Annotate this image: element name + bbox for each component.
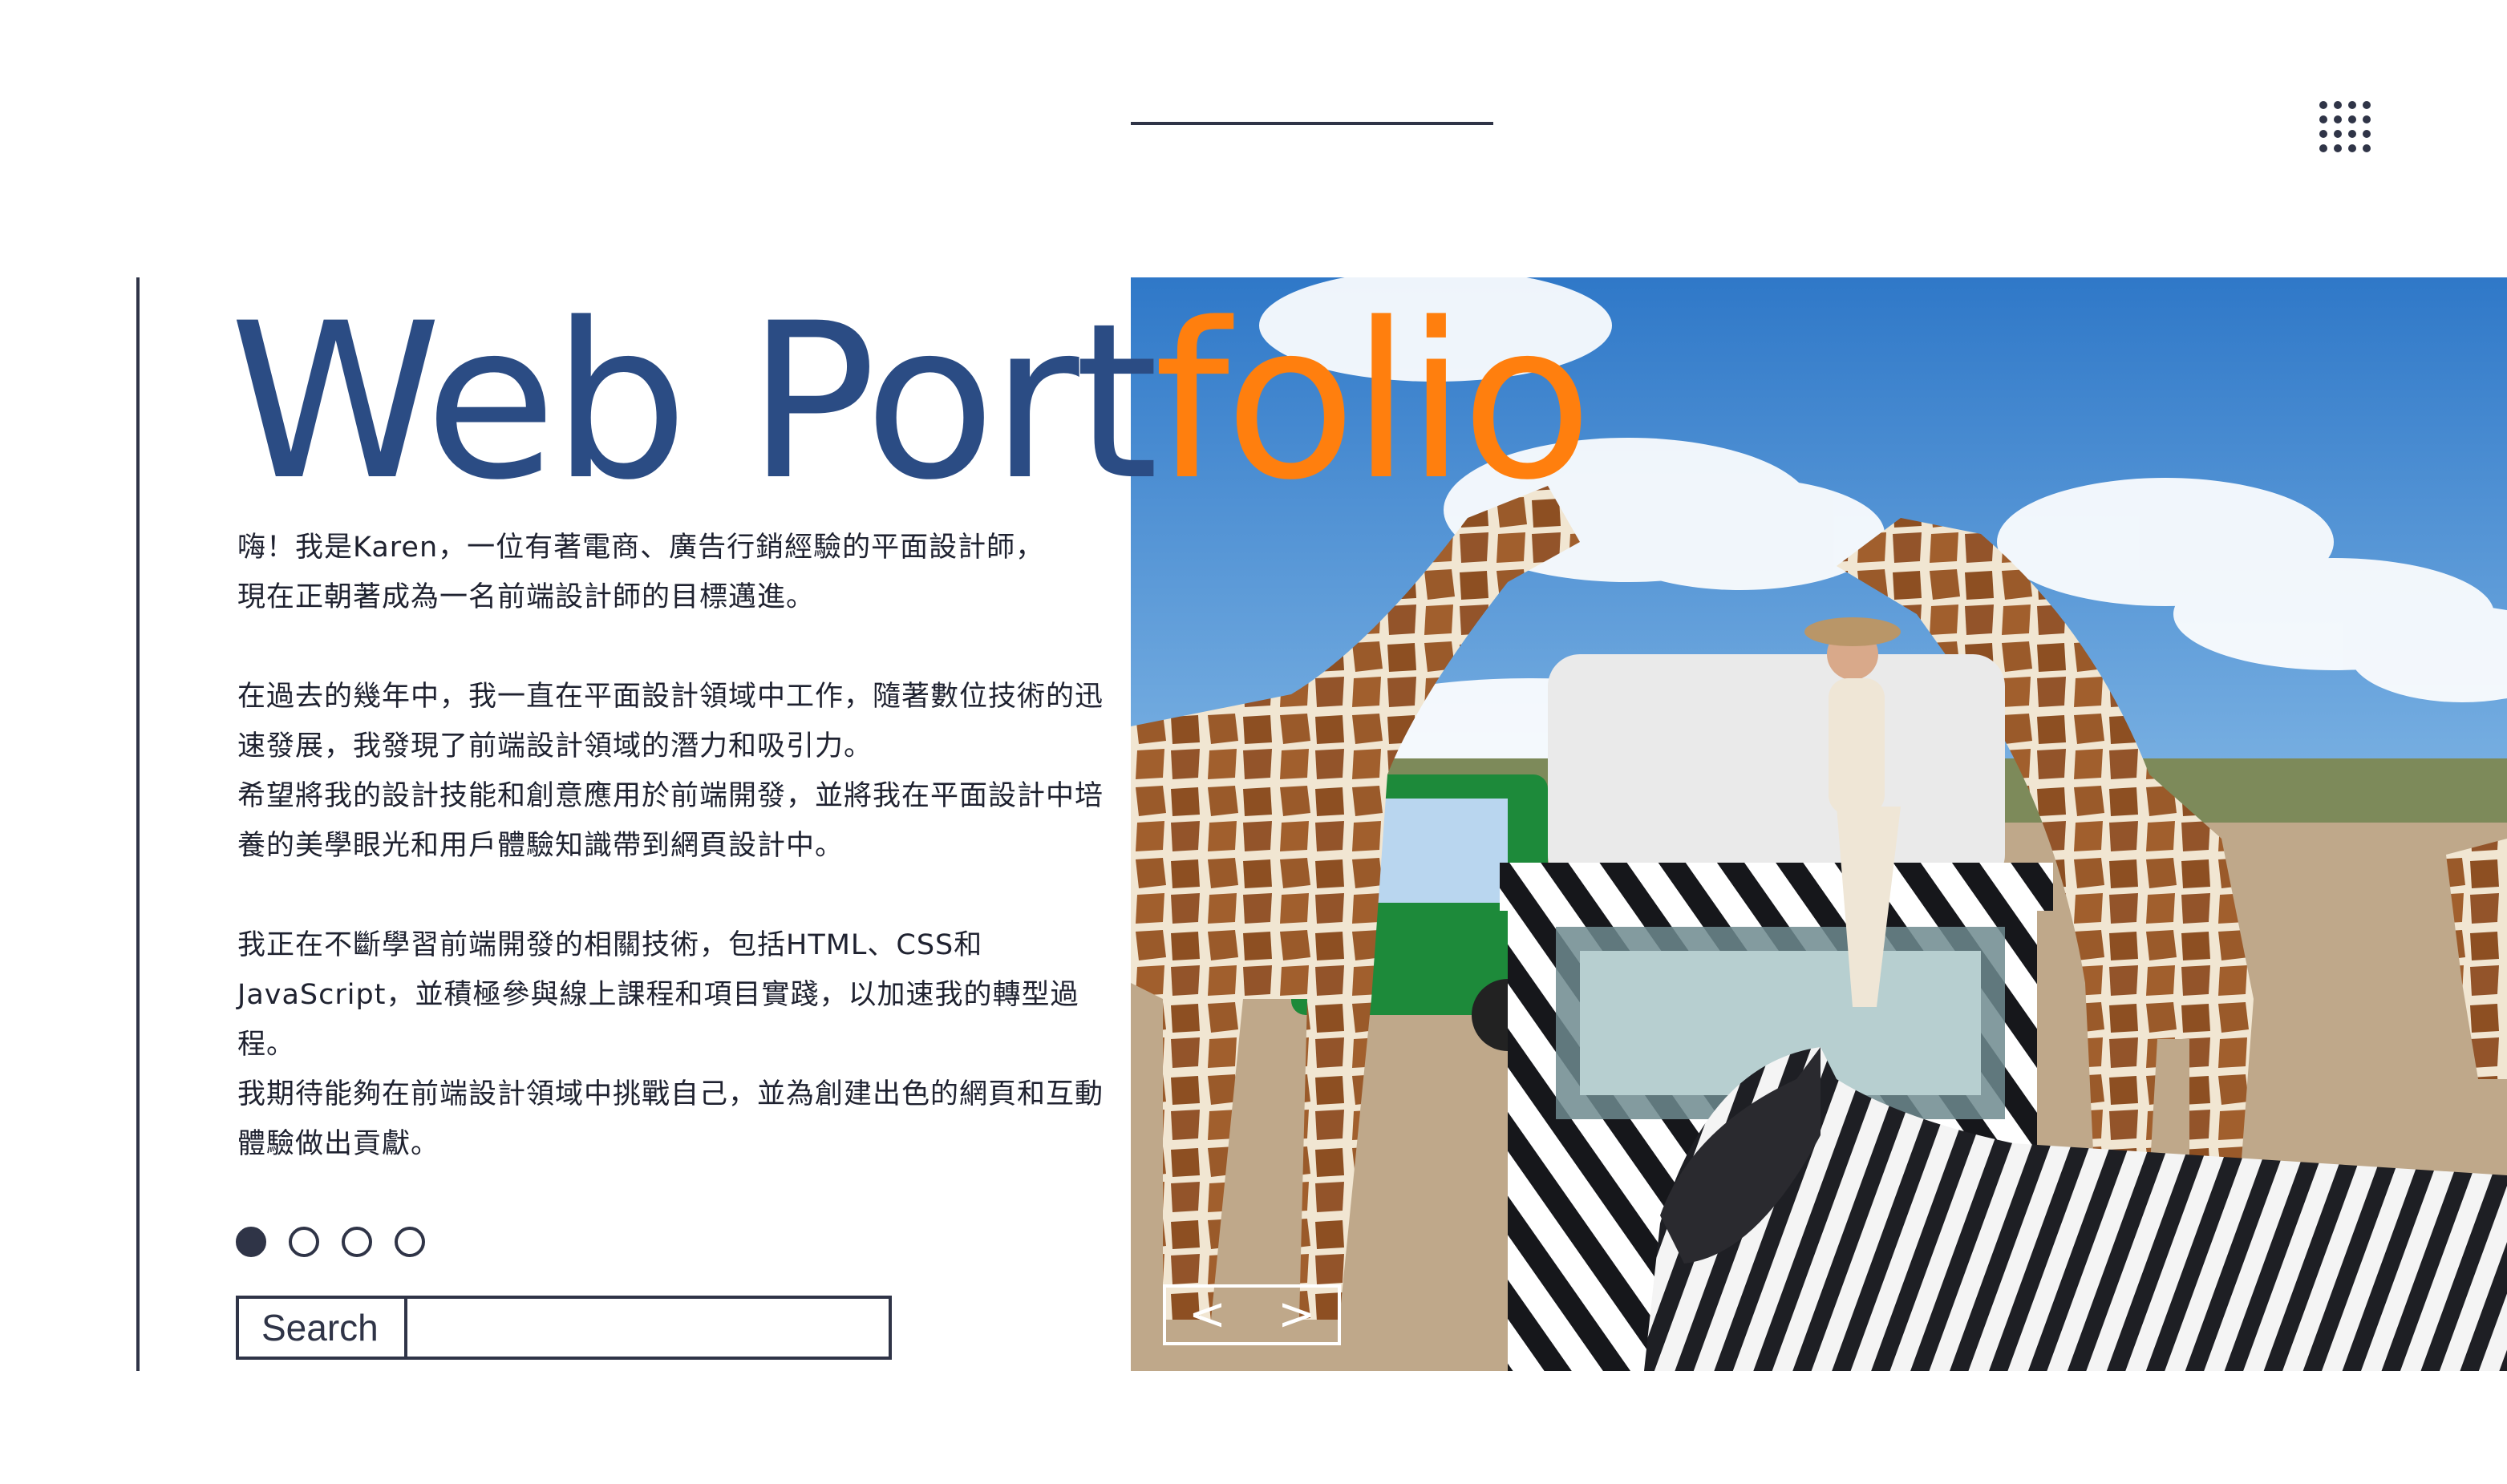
intro-paragraph-2: 在過去的幾年中，我一直在平面設計領域中工作，隨著數位技術的迅速發展，我發現了前端… bbox=[237, 681, 1104, 862]
page-title: Web Portfolio bbox=[229, 295, 1593, 510]
pagination-dot-1[interactable] bbox=[236, 1227, 266, 1257]
intro-paragraph-3: 我正在不斷學習前端開發的相關技術，包括HTML、CSS和JavaScript，並… bbox=[237, 929, 1104, 1160]
chevron-right-icon[interactable]: > bbox=[1278, 1284, 1315, 1345]
search-button[interactable]: Search bbox=[239, 1299, 407, 1357]
search-input[interactable] bbox=[407, 1299, 889, 1357]
left-vertical-rule bbox=[136, 277, 140, 1371]
carousel-nav: < > bbox=[1163, 1284, 1341, 1345]
pagination-dot-2[interactable] bbox=[289, 1227, 319, 1257]
top-divider bbox=[1131, 122, 1493, 125]
chevron-left-icon[interactable]: < bbox=[1189, 1284, 1226, 1345]
title-part-folio: folio bbox=[1153, 277, 1593, 528]
search-bar: Search bbox=[236, 1296, 892, 1360]
grid-menu-icon[interactable] bbox=[2319, 101, 2371, 152]
title-part-web-port: Web Port bbox=[229, 277, 1159, 528]
intro-paragraph-1: 嗨！我是Karen，一位有著電商、廣告行銷經驗的平面設計師， 現在正朝著成為一名前… bbox=[237, 532, 1045, 613]
pagination-dot-4[interactable] bbox=[395, 1227, 425, 1257]
pagination-dot-3[interactable] bbox=[342, 1227, 372, 1257]
pagination-dots bbox=[236, 1227, 425, 1257]
intro-text: 嗨！我是Karen，一位有著電商、廣告行銷經驗的平面設計師， 現在正朝著成為一名前… bbox=[237, 523, 1104, 1219]
